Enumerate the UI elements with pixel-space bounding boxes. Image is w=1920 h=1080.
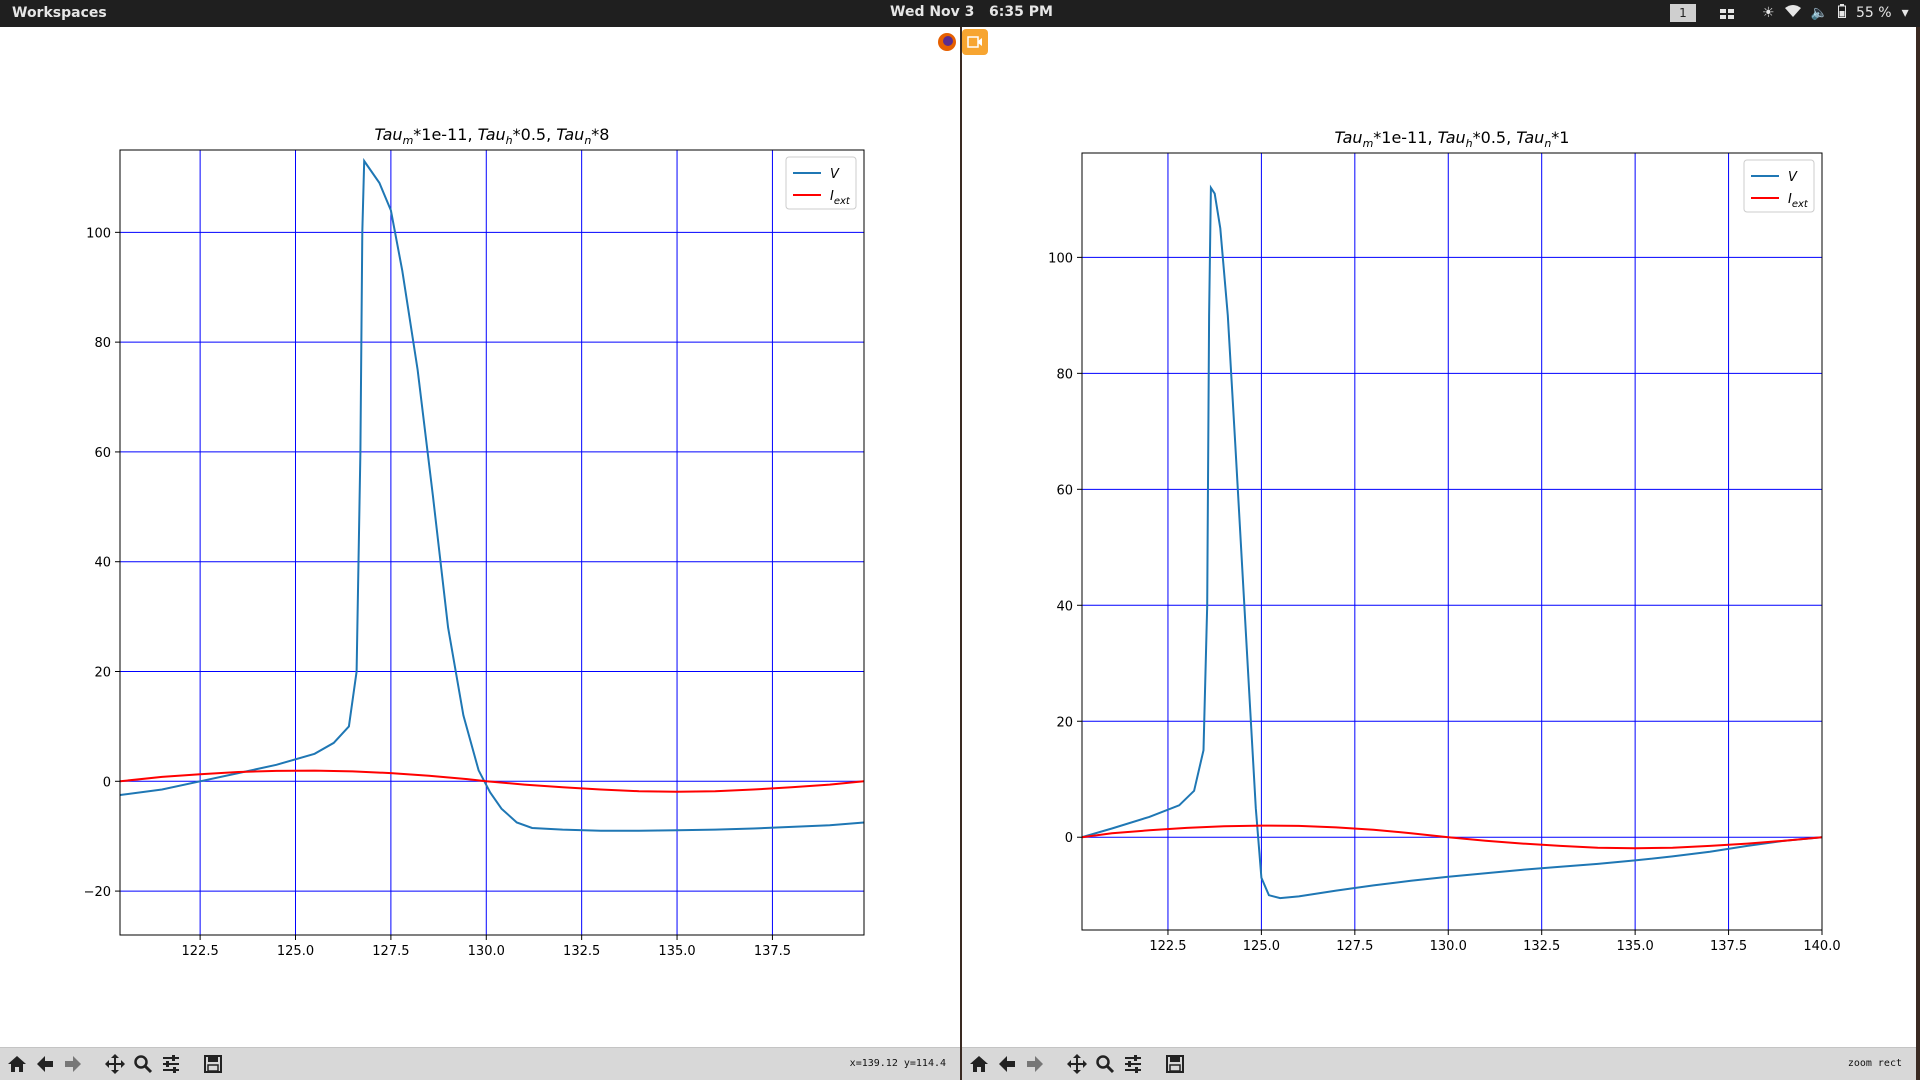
wifi-icon[interactable] (1784, 4, 1801, 22)
x-tick-label: 127.5 (372, 944, 409, 959)
x-tick-label: 135.0 (658, 944, 695, 959)
plot-toolbar-right: zoom rect (962, 1047, 1916, 1080)
chart-title: Taum*1e-11, Tauh*0.5, Taun*1 (1335, 128, 1570, 150)
y-tick-label: 80 (94, 336, 111, 351)
x-tick-label: 122.5 (182, 944, 219, 959)
zoom-icon[interactable] (130, 1051, 156, 1077)
toolbar-mode-status: zoom rect (1847, 1058, 1902, 1069)
x-tick-label: 135.0 (1617, 939, 1654, 954)
workspaces-button[interactable]: Workspaces (12, 5, 107, 21)
y-tick-label: 20 (94, 666, 111, 681)
axes-frame (119, 149, 865, 936)
x-tick-label: 132.5 (1523, 939, 1560, 954)
y-tick-label: 60 (94, 446, 111, 461)
y-tick-label: 0 (103, 775, 111, 790)
home-icon[interactable] (966, 1051, 992, 1077)
chart-title: Taum*1e-11, Tauh*0.5, Taun*8 (375, 125, 610, 147)
x-tick-label: 122.5 (1149, 939, 1186, 954)
pan-icon[interactable] (102, 1051, 128, 1077)
x-tick-label: 125.0 (277, 944, 314, 959)
forward-arrow-icon[interactable] (60, 1051, 86, 1077)
back-arrow-icon[interactable] (994, 1051, 1020, 1077)
x-tick-label: 137.5 (1710, 939, 1747, 954)
plot-window-right: Taum*1e-11, Tauh*0.5, Taun*1 122.5 125.0 12… (962, 27, 1916, 1080)
y-tick-label: 40 (1056, 599, 1073, 614)
pan-icon[interactable] (1064, 1051, 1090, 1077)
chevron-down-icon[interactable]: ▾ (1902, 5, 1909, 21)
axes-frame (1081, 152, 1823, 931)
volume-icon[interactable]: 🔈 (1811, 5, 1828, 21)
configure-subplots-icon[interactable] (1120, 1051, 1146, 1077)
zoom-icon[interactable] (1092, 1051, 1118, 1077)
x-tick-label: 137.5 (754, 944, 791, 959)
plot-canvas-left[interactable]: Taum*1e-11, Tauh*0.5, Taun*8 122.5 125.0 12… (0, 27, 960, 1047)
x-tick-label: 127.5 (1336, 939, 1373, 954)
legend-label: V (830, 167, 840, 182)
window-layout-icon[interactable] (1720, 5, 1734, 24)
cursor-coordinates: x=139.12 y=114.4 (849, 1058, 946, 1069)
battery-percent: 55 % (1856, 5, 1892, 21)
back-arrow-icon[interactable] (32, 1051, 58, 1077)
x-tick-label: 125.0 (1243, 939, 1280, 954)
y-tick-label: 0 (1065, 831, 1073, 846)
top-panel: Workspaces Wed Nov 3 6:35 PM 1 ☀ 🔈 55 % … (0, 0, 1920, 27)
app-dock (932, 27, 990, 57)
plot-toolbar-left: x=139.12 y=114.4 (0, 1047, 960, 1080)
x-tick-label: 140.0 (1803, 939, 1840, 954)
x-tick-label: 130.0 (1430, 939, 1467, 954)
y-tick-label: 80 (1056, 367, 1073, 382)
plot-canvas-right[interactable]: Taum*1e-11, Tauh*0.5, Taun*1 122.5 125.0 12… (962, 27, 1916, 1047)
screen-recorder-icon[interactable] (962, 29, 988, 55)
save-icon[interactable] (1162, 1051, 1188, 1077)
x-tick-label: 132.5 (563, 944, 600, 959)
save-icon[interactable] (200, 1051, 226, 1077)
system-tray: ☀ 🔈 55 % ▾ (1762, 3, 1909, 23)
battery-icon[interactable] (1838, 4, 1846, 22)
y-tick-label: 60 (1056, 483, 1073, 498)
workspace-indicator[interactable]: 1 (1670, 4, 1696, 22)
plot-window-left: Taum*1e-11, Tauh*0.5, Taun*8 122.5 125.0 12… (0, 27, 960, 1080)
series-line-v (120, 157, 864, 832)
forward-arrow-icon[interactable] (1022, 1051, 1048, 1077)
y-tick-label: 40 (94, 556, 111, 571)
home-icon[interactable] (4, 1051, 30, 1077)
y-tick-label: 20 (1056, 715, 1073, 730)
legend-label: V (1788, 170, 1798, 185)
brightness-icon[interactable]: ☀ (1762, 5, 1775, 21)
clock[interactable]: Wed Nov 3 6:35 PM (890, 4, 1053, 20)
x-tick-label: 130.0 (468, 944, 505, 959)
y-tick-label: 100 (1048, 251, 1073, 266)
firefox-icon[interactable] (934, 29, 960, 55)
y-tick-label: 100 (86, 226, 111, 241)
configure-subplots-icon[interactable] (158, 1051, 184, 1077)
y-tick-label: −20 (84, 885, 111, 900)
series-line-v (1082, 184, 1822, 900)
